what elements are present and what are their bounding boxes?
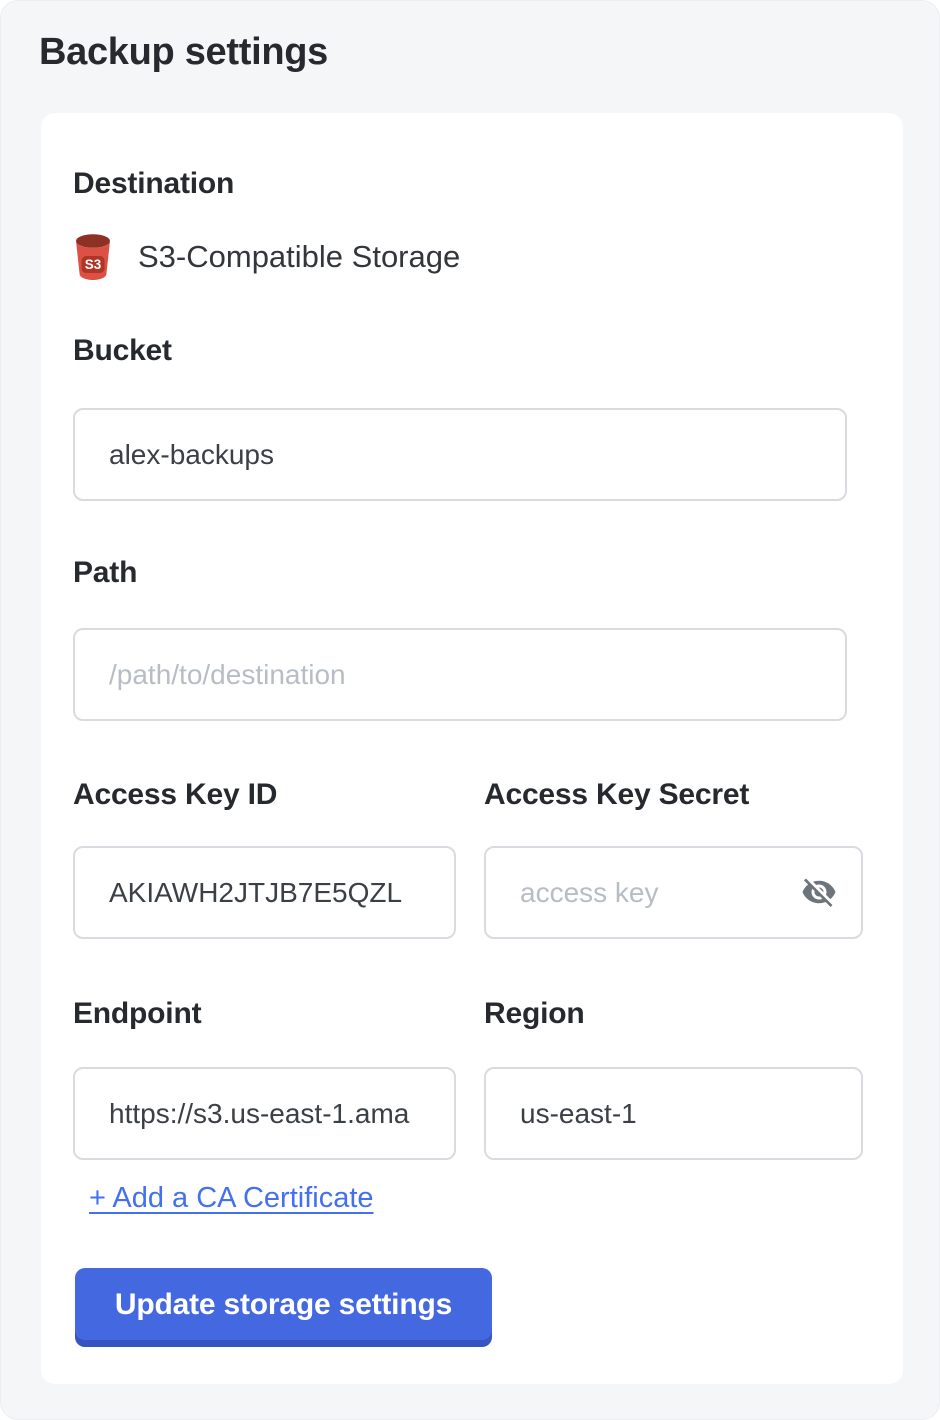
endpoint-input[interactable] xyxy=(73,1067,456,1160)
path-label: Path xyxy=(73,556,871,590)
update-storage-settings-button[interactable]: Update storage settings xyxy=(75,1268,492,1347)
backup-settings-screen: Backup settings Destination S3 S3-Compat… xyxy=(0,0,940,1420)
path-input[interactable] xyxy=(73,628,847,721)
access-key-secret-field: Access Key Secret xyxy=(484,778,863,939)
bucket-input[interactable] xyxy=(73,408,847,501)
region-label: Region xyxy=(484,997,863,1031)
backup-settings-card: Destination S3 S3-Compatible Storage Buc… xyxy=(41,113,903,1384)
endpoint-label: Endpoint xyxy=(73,997,456,1031)
access-key-secret-label: Access Key Secret xyxy=(484,778,863,812)
destination-row: S3 S3-Compatible Storage xyxy=(73,233,871,280)
page-title: Backup settings xyxy=(39,31,328,74)
access-key-id-field: Access Key ID xyxy=(73,778,456,939)
access-key-id-label: Access Key ID xyxy=(73,778,456,812)
toggle-secret-visibility-button[interactable] xyxy=(801,874,837,910)
access-key-secret-control xyxy=(484,846,863,939)
svg-text:S3: S3 xyxy=(85,257,102,272)
region-input[interactable] xyxy=(484,1067,863,1160)
destination-label: Destination xyxy=(73,167,871,201)
access-key-id-input[interactable] xyxy=(73,846,456,939)
add-ca-certificate-link[interactable]: + Add a CA Certificate xyxy=(89,1183,374,1214)
s3-bucket-icon: S3 xyxy=(73,233,113,280)
endpoint-region-row: Endpoint Region xyxy=(73,997,871,1160)
access-keys-row: Access Key ID Access Key Secret xyxy=(73,778,871,939)
bucket-label: Bucket xyxy=(73,334,871,368)
destination-value: S3-Compatible Storage xyxy=(138,239,460,275)
eye-off-icon xyxy=(801,874,837,910)
region-field: Region xyxy=(484,997,863,1160)
endpoint-field: Endpoint xyxy=(73,997,456,1160)
